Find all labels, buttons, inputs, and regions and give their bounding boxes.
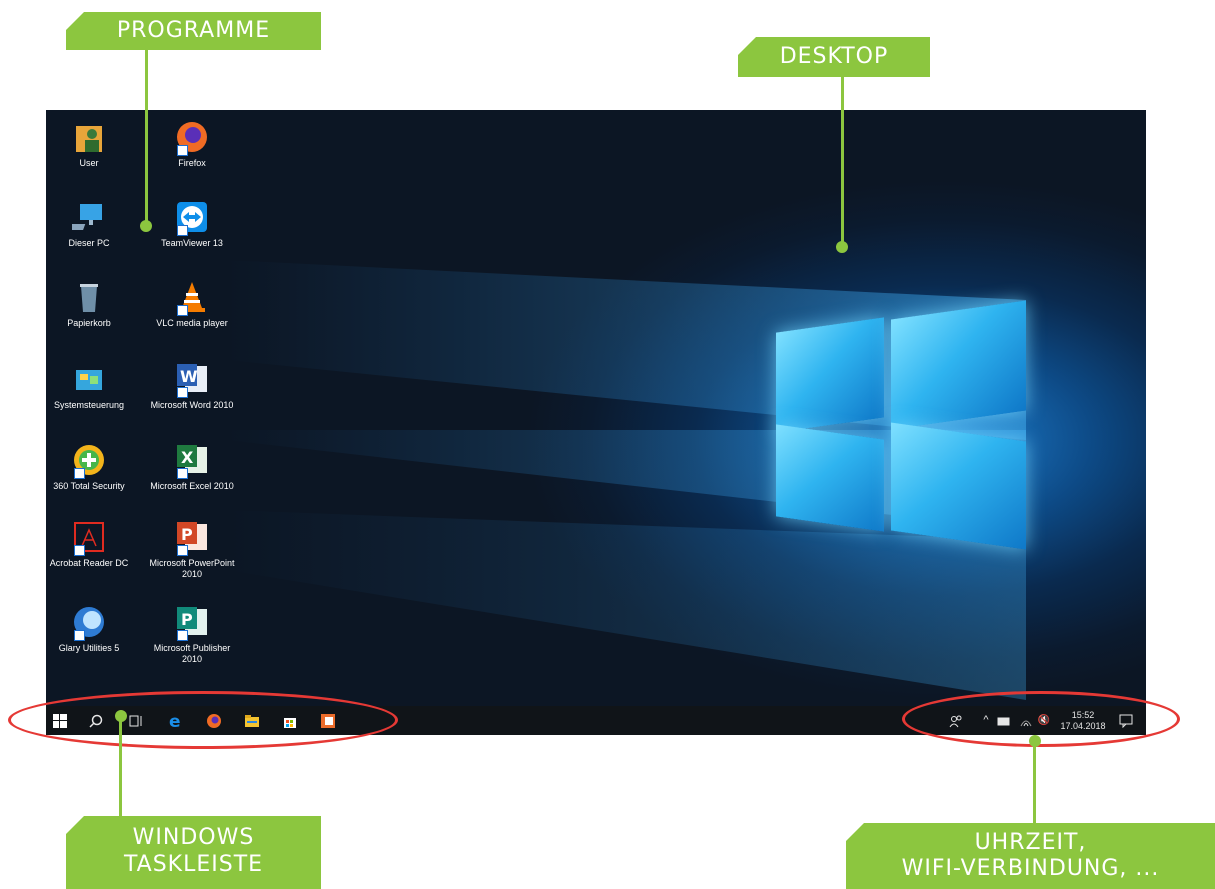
powerpoint-icon: P (175, 520, 209, 556)
callout-uhrzeit-line1: UHRZEIT, (974, 830, 1087, 855)
shortcut-arrow-icon (177, 305, 188, 316)
desktop-icon-label: VLC media player (156, 318, 228, 328)
callout-taskleiste-line2: TASKLEISTE (123, 852, 264, 877)
publisher-icon: P (175, 605, 209, 641)
callout-uhrzeit: UHRZEIT, WIFI-VERBINDUNG, ... (845, 822, 1215, 889)
teamviewer-icon (175, 200, 209, 236)
glary-utilities-icon (72, 605, 106, 641)
desktop-icon-systemsteuerung[interactable]: Systemsteuerung (46, 362, 137, 411)
recycle-bin-icon (72, 280, 106, 314)
shortcut-arrow-icon (74, 468, 85, 479)
callout-uhrzeit-line2: WIFI-VERBINDUNG, ... (901, 856, 1160, 881)
callout-notch (65, 11, 85, 31)
desktop-icon-acrobat-reader[interactable]: Acrobat Reader DC (46, 520, 137, 569)
desktop-icon-dieser-pc[interactable]: Dieser PC (46, 200, 137, 249)
desktop-icon-papierkorb[interactable]: Papierkorb (46, 280, 137, 329)
desktop-icon-label: Glary Utilities 5 (58, 643, 120, 653)
windows-logo-pane (891, 300, 1026, 430)
shortcut-arrow-icon (177, 630, 188, 641)
acrobat-icon (72, 520, 106, 556)
callout-notch (845, 822, 865, 842)
desktop-icon-firefox[interactable]: Firefox (144, 120, 240, 169)
desktop-icon-label: Papierkorb (67, 318, 111, 328)
shortcut-arrow-icon (177, 468, 188, 479)
callout-programme-text: PROGRAMME (116, 18, 271, 43)
desktop-icon-label: Microsoft PowerPoint 2010 (149, 558, 235, 579)
word-icon: W (175, 362, 209, 398)
callout-desktop-text: DESKTOP (779, 44, 889, 69)
vlc-cone-icon (175, 280, 209, 316)
svg-text:X: X (181, 448, 194, 467)
security-shield-icon (72, 443, 106, 479)
windows-logo-pane (891, 422, 1026, 550)
desktop-icon-label: Systemsteuerung (53, 400, 125, 410)
desktop-icon-label: 360 Total Security (53, 481, 125, 491)
desktop-icon-user[interactable]: User (46, 120, 137, 169)
svg-text:P: P (181, 610, 193, 629)
shortcut-arrow-icon (177, 545, 188, 556)
connector-line (145, 50, 148, 225)
callout-taskleiste: WINDOWS TASKLEISTE (65, 815, 321, 889)
shortcut-arrow-icon (74, 545, 85, 556)
desktop-icon-vlc[interactable]: VLC media player (144, 280, 240, 329)
connector-line (841, 77, 844, 247)
shortcut-arrow-icon (177, 225, 188, 236)
callout-programme: PROGRAMME (65, 11, 321, 50)
svg-text:P: P (181, 525, 193, 544)
user-folder-icon (72, 120, 106, 154)
shortcut-arrow-icon (177, 145, 188, 156)
desktop-icon-label: Dieser PC (68, 238, 110, 248)
callout-notch (65, 815, 85, 835)
desktop-icon-label: Acrobat Reader DC (49, 558, 129, 568)
shortcut-arrow-icon (177, 387, 188, 398)
taskbar-left-highlight (8, 691, 398, 749)
desktop[interactable]: User Dieser PC Papierkorb Systemsteuerun… (46, 110, 1146, 735)
desktop-icon-glary-utilities[interactable]: Glary Utilities 5 (46, 605, 137, 654)
connector-dot (140, 220, 152, 232)
desktop-icon-label: Microsoft Excel 2010 (150, 481, 234, 491)
control-panel-icon (72, 362, 106, 396)
computer-icon (65, 200, 106, 234)
desktop-icon-powerpoint[interactable]: P Microsoft PowerPoint 2010 (144, 520, 240, 580)
desktop-icon-label: Microsoft Publisher 2010 (153, 643, 231, 664)
desktop-icon-teamviewer[interactable]: TeamViewer 13 (144, 200, 240, 249)
callout-notch (737, 36, 757, 56)
desktop-icon-label: Microsoft Word 2010 (150, 400, 234, 410)
callout-desktop: DESKTOP (737, 36, 930, 77)
desktop-icon-label: Firefox (178, 158, 206, 168)
windows-logo-pane (776, 317, 884, 433)
connector-line (119, 716, 122, 816)
firefox-icon (175, 120, 209, 156)
windows-logo-pane (776, 424, 884, 532)
desktop-icon-label: User (79, 158, 99, 168)
desktop-icon-excel[interactable]: X Microsoft Excel 2010 (144, 443, 240, 492)
svg-text:W: W (180, 367, 198, 386)
desktop-icon-360-total-security[interactable]: 360 Total Security (46, 443, 137, 492)
shortcut-arrow-icon (74, 630, 85, 641)
taskbar-tray-highlight (902, 691, 1180, 747)
excel-icon: X (175, 443, 209, 479)
desktop-icon-word[interactable]: W Microsoft Word 2010 (144, 362, 240, 411)
connector-dot (836, 241, 848, 253)
desktop-icon-publisher[interactable]: P Microsoft Publisher 2010 (144, 605, 240, 665)
connector-line (1033, 741, 1036, 823)
desktop-icon-label: TeamViewer 13 (161, 238, 223, 248)
callout-taskleiste-line1: WINDOWS (132, 825, 255, 850)
